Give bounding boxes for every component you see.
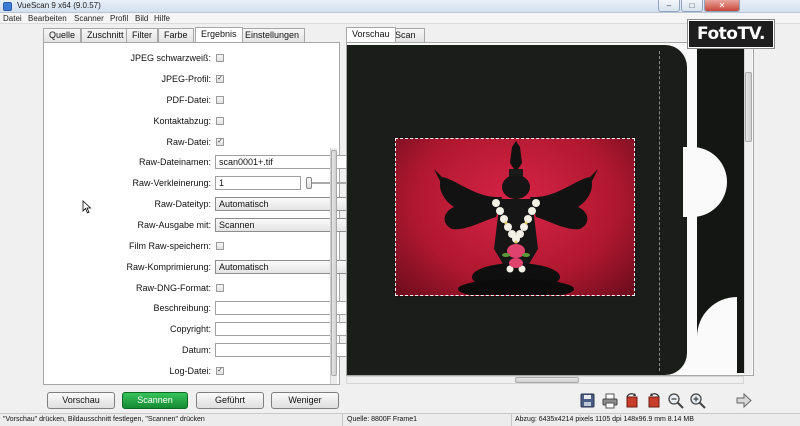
tab-filter[interactable]: Filter bbox=[126, 28, 158, 42]
raw-dng-checkbox[interactable] bbox=[216, 284, 224, 292]
setting-raw-filename: Raw-Dateinamen: scan0001+.tif bbox=[44, 154, 372, 170]
preview-horizontal-scrollbar[interactable] bbox=[346, 376, 744, 384]
select-value: Automatisch bbox=[219, 262, 269, 272]
setting-label: Log-Datei: bbox=[169, 366, 211, 376]
rotate-right-icon[interactable] bbox=[645, 392, 663, 409]
menu-profile[interactable]: Profil bbox=[110, 14, 128, 23]
film-strip bbox=[683, 47, 747, 375]
arrow-right-icon[interactable] bbox=[735, 392, 753, 409]
settings-scrollbar[interactable] bbox=[330, 148, 337, 384]
status-bar: "Vorschau" drücken, Bildausschnitt festl… bbox=[0, 413, 800, 426]
mouse-cursor-icon bbox=[82, 200, 92, 214]
status-source: Quelle: 8800F Frame1 bbox=[347, 416, 418, 423]
menu-bar: Datei Bearbeiten Scanner Profil Bild Hil… bbox=[0, 13, 800, 24]
status-hint: "Vorschau" drücken, Bildausschnitt festl… bbox=[3, 416, 205, 423]
jpeg-profile-checkbox[interactable]: ✓ bbox=[216, 75, 224, 83]
setting-label: JPEG-Profil: bbox=[161, 74, 211, 84]
setting-label: Raw-Datei: bbox=[166, 137, 211, 147]
save-icon[interactable] bbox=[579, 392, 597, 409]
crop-guide-line bbox=[659, 51, 660, 371]
zoom-out-icon[interactable] bbox=[667, 392, 685, 409]
zoom-in-icon[interactable] bbox=[689, 392, 707, 409]
scrollbar-thumb[interactable] bbox=[515, 377, 579, 383]
menu-edit[interactable]: Bearbeiten bbox=[28, 14, 67, 23]
preview-button[interactable]: Vorschau bbox=[47, 392, 115, 409]
setting-label: JPEG schwarzweiß: bbox=[130, 53, 211, 63]
raw-filename-input[interactable]: scan0001+.tif bbox=[215, 155, 359, 169]
less-button[interactable]: Weniger bbox=[271, 392, 339, 409]
setting-label: Kontaktabzug: bbox=[153, 116, 211, 126]
setting-label: Raw-DNG-Format: bbox=[135, 283, 211, 293]
setting-label: Datum: bbox=[181, 345, 211, 355]
raw-reduction-input[interactable]: 1 bbox=[215, 176, 301, 190]
film-raw-save-checkbox[interactable] bbox=[216, 242, 224, 250]
setting-copyright: Copyright: bbox=[44, 321, 371, 337]
tab-quelle[interactable]: Quelle bbox=[43, 28, 82, 42]
raw-file-checkbox[interactable]: ✓ bbox=[216, 138, 224, 146]
contact-sheet-checkbox[interactable] bbox=[216, 117, 224, 125]
select-value: Automatisch bbox=[219, 199, 269, 209]
setting-label: Raw-Verkleinerung: bbox=[132, 178, 211, 188]
guided-button[interactable]: Geführt bbox=[196, 392, 264, 409]
garuda-figure-image bbox=[434, 141, 598, 295]
setting-label: Raw-Komprimierung: bbox=[126, 262, 211, 272]
setting-label: PDF-Datei: bbox=[166, 95, 211, 105]
setting-raw-reduction: Raw-Verkleinerung: 1 bbox=[44, 175, 371, 191]
tab-vorschau[interactable]: Vorschau bbox=[346, 27, 396, 42]
setting-raw-file: Raw-Datei: ✓ bbox=[44, 134, 331, 150]
setting-label: Raw-Dateityp: bbox=[154, 199, 211, 209]
rotate-left-icon[interactable] bbox=[623, 392, 641, 409]
setting-raw-compression: Raw-Komprimierung: Automatisch bbox=[44, 259, 371, 275]
menu-scanner[interactable]: Scanner bbox=[74, 14, 104, 23]
scrollbar-thumb[interactable] bbox=[745, 72, 752, 142]
setting-film-raw-save: Film Raw-speichern: bbox=[44, 238, 331, 254]
setting-description: Beschreibung: bbox=[44, 300, 371, 316]
maximize-button[interactable]: □ bbox=[681, 0, 703, 12]
setting-pdf-file: PDF-Datei: bbox=[44, 92, 331, 108]
setting-date: Datum: bbox=[44, 342, 371, 358]
setting-label: Beschreibung: bbox=[153, 303, 211, 313]
menu-file[interactable]: Datei bbox=[3, 14, 22, 23]
tab-einstellungen[interactable]: Einstellungen bbox=[239, 28, 306, 42]
scanned-image[interactable] bbox=[394, 137, 636, 297]
menu-image[interactable]: Bild bbox=[135, 14, 148, 23]
scrollbar-thumb[interactable] bbox=[331, 150, 337, 376]
app-icon bbox=[3, 2, 12, 11]
setting-raw-output-with: Raw-Ausgabe mit: Scannen bbox=[44, 217, 371, 233]
raw-reduction-slider-thumb[interactable] bbox=[306, 177, 312, 189]
close-button[interactable]: ✕ bbox=[704, 0, 740, 12]
setting-label: Raw-Ausgabe mit: bbox=[137, 220, 211, 230]
setting-contact-sheet: Kontaktabzug: bbox=[44, 113, 331, 129]
setting-label: Copyright: bbox=[169, 324, 211, 334]
print-icon[interactable] bbox=[601, 392, 619, 409]
tab-ergebnis[interactable]: Ergebnis bbox=[195, 27, 243, 42]
setting-label: Film Raw-speichern: bbox=[128, 241, 211, 251]
log-file-checkbox[interactable]: ✓ bbox=[216, 367, 224, 375]
setting-label: Raw-Dateinamen: bbox=[138, 157, 211, 167]
status-output: Abzug: 6435x4214 pixels 1105 dpi 148x96.… bbox=[515, 416, 694, 423]
pdf-file-checkbox[interactable] bbox=[216, 96, 224, 104]
tab-farbe[interactable]: Farbe bbox=[158, 28, 194, 42]
jpeg-bw-checkbox[interactable] bbox=[216, 54, 224, 62]
title-bar: VueScan 9 x64 (9.0.57) – □ ✕ bbox=[0, 0, 800, 13]
preview-area[interactable] bbox=[346, 42, 754, 376]
scan-button[interactable]: Scannen bbox=[122, 392, 188, 409]
setting-jpeg-bw: JPEG schwarzweiß: bbox=[44, 50, 331, 66]
fototv-watermark-logo: FotoTV. bbox=[688, 20, 774, 48]
setting-jpeg-profile: JPEG-Profil: ✓ bbox=[44, 71, 331, 87]
minimize-button[interactable]: – bbox=[658, 0, 680, 12]
setting-log-file: Log-Datei: ✓ bbox=[44, 363, 331, 379]
setting-raw-dng: Raw-DNG-Format: bbox=[44, 280, 331, 296]
select-value: Scannen bbox=[219, 220, 255, 230]
preview-vertical-scrollbar[interactable] bbox=[744, 44, 752, 374]
tab-zuschnitt[interactable]: Zuschnitt bbox=[81, 28, 130, 42]
window-title: VueScan 9 x64 (9.0.57) bbox=[17, 1, 101, 10]
menu-help[interactable]: Hilfe bbox=[154, 14, 170, 23]
